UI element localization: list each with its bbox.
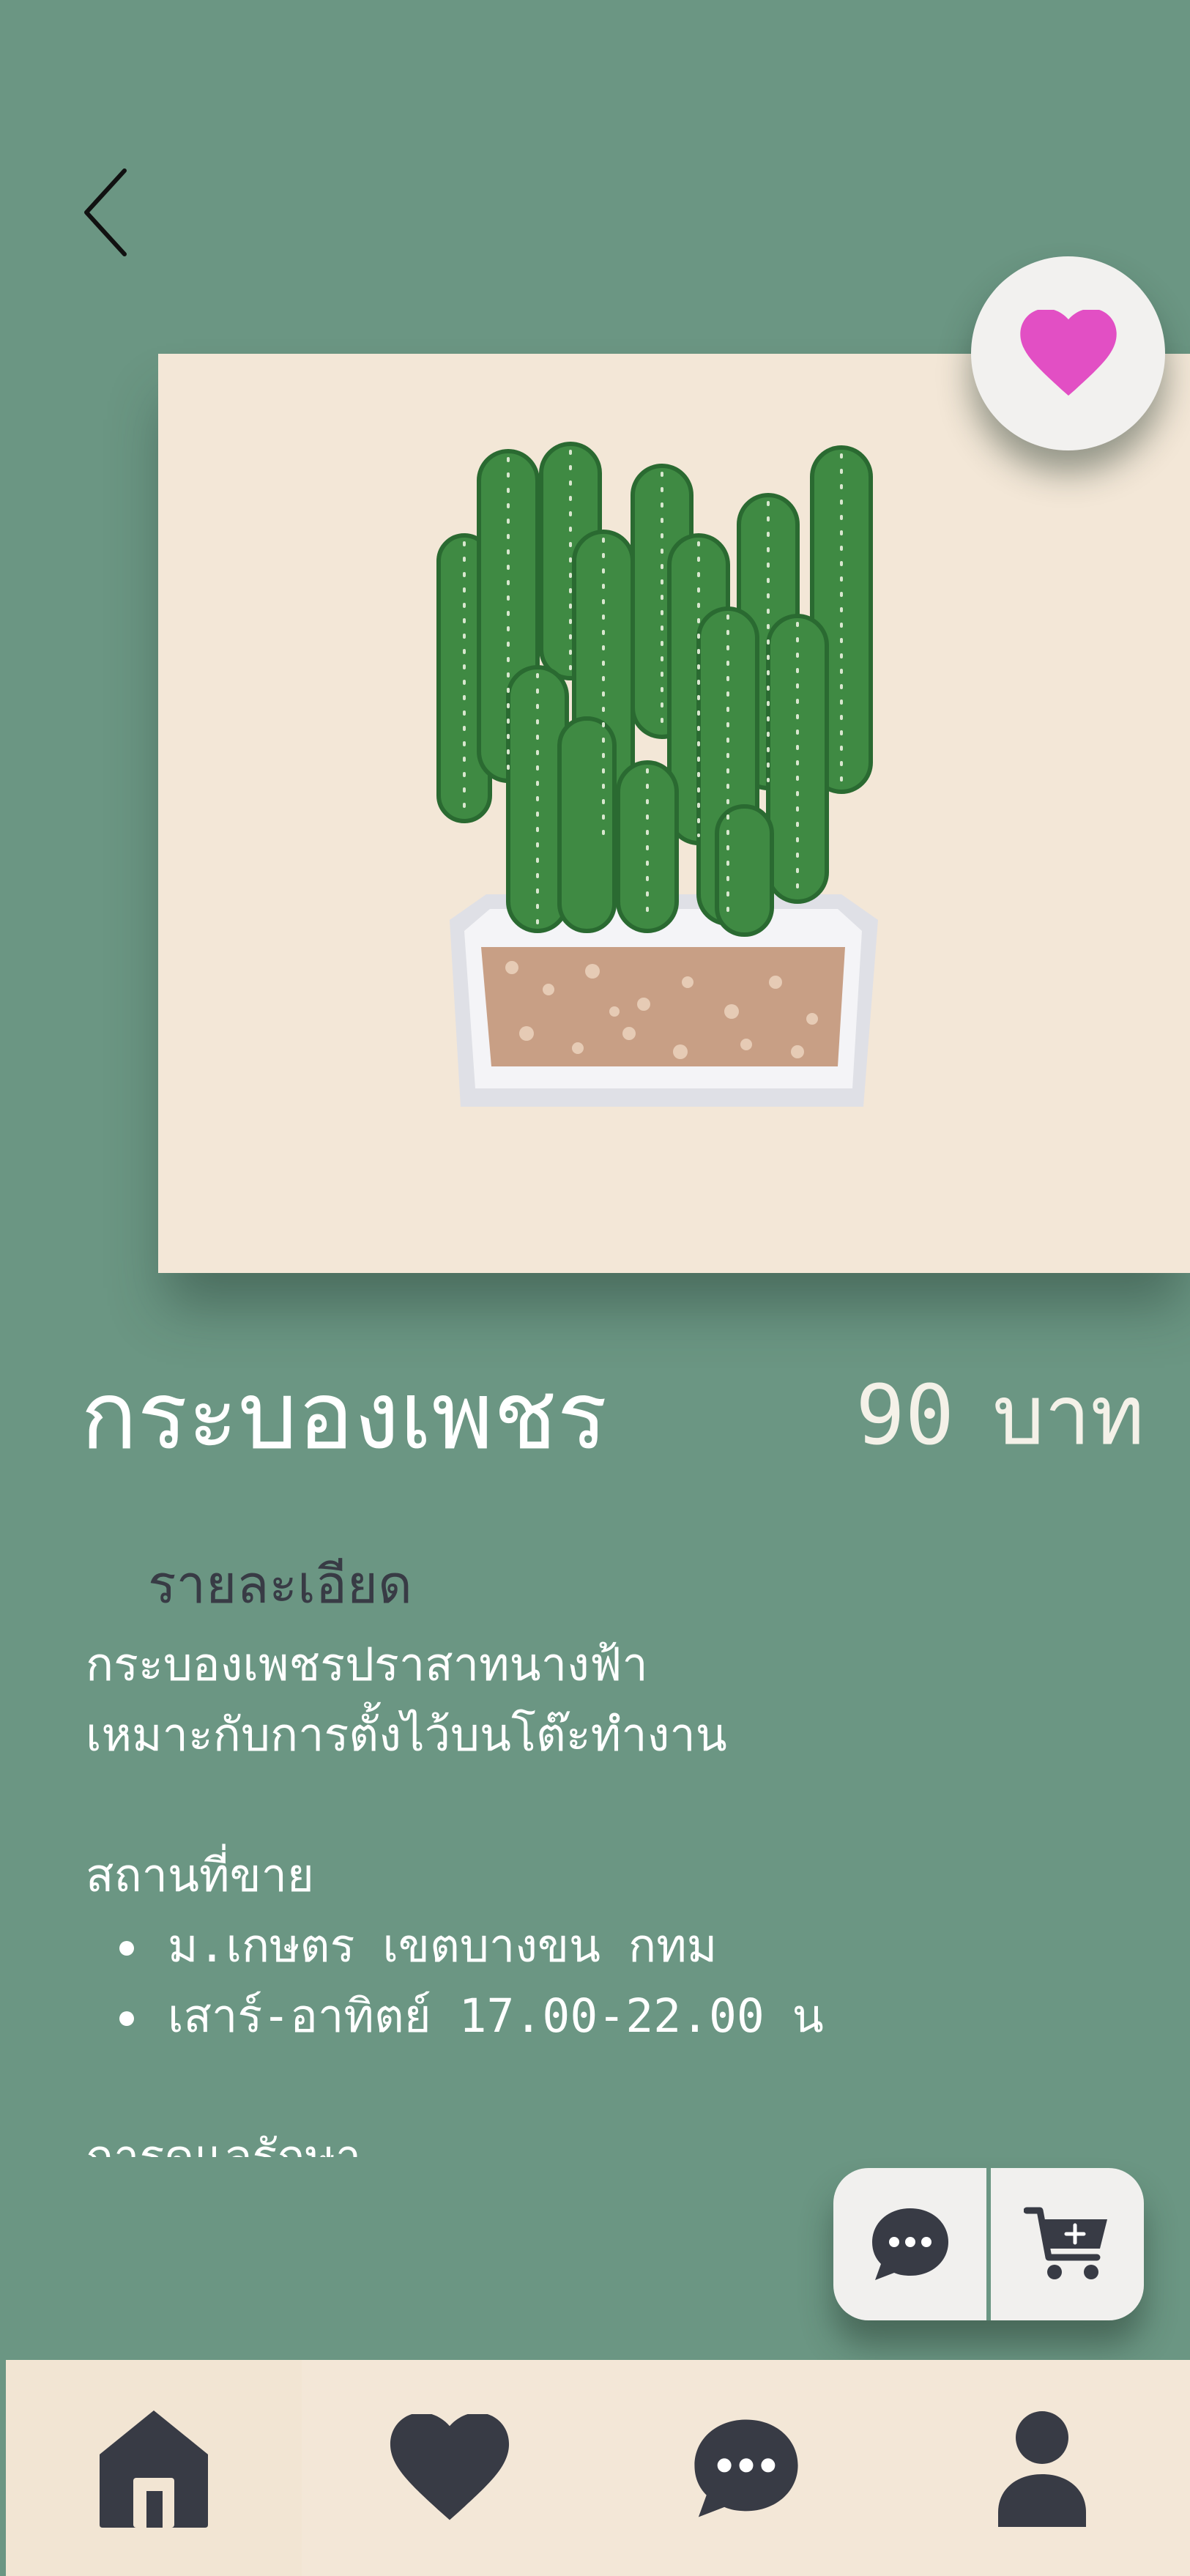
cart-plus-icon: [1023, 2207, 1107, 2279]
description-line: กระบองเพชรปราสาทนางฟ้า: [86, 1638, 648, 1691]
chat-bubble-icon: [871, 2208, 948, 2280]
add-to-cart-button[interactable]: [991, 2168, 1144, 2320]
price-unit: บาท: [992, 1368, 1145, 1463]
sale-place-item: ม.เกษตร เขตบางขน กทม: [86, 1911, 1096, 1981]
care-heading: การดูแลรักษา: [86, 2130, 362, 2157]
description-line: เหมาะกับการตั้งไว้บนโต๊ะทำงาน: [86, 1708, 727, 1762]
product-description: กระบองเพชรปราสาทนางฟ้า เหมาะกับการตั้งไว…: [86, 1630, 1096, 2157]
details-label: รายละเอียด: [148, 1554, 412, 1615]
sale-place-list: ม.เกษตร เขตบางขน กทม เสาร์-อาทิตย์ 17.00…: [86, 1911, 1096, 2052]
chevron-left-icon: [84, 168, 127, 256]
chat-bubble-icon: [694, 2419, 798, 2517]
product-price: 90 บาท: [855, 1368, 1145, 1463]
user-icon: [997, 2410, 1086, 2527]
nav-favorites[interactable]: [302, 2360, 598, 2576]
product-title: กระบองเพชร: [81, 1362, 608, 1471]
price-value: 90: [855, 1368, 955, 1463]
sale-place-item: เสาร์-อาทิตย์ 17.00-22.00 น: [86, 1981, 1096, 2052]
back-button[interactable]: [73, 165, 139, 260]
home-icon: [100, 2410, 209, 2528]
chat-button[interactable]: [833, 2168, 986, 2320]
heart-icon: [1019, 309, 1117, 396]
nav-chat[interactable]: [598, 2360, 894, 2576]
favorite-button[interactable]: [971, 256, 1165, 450]
nav-profile[interactable]: [894, 2360, 1190, 2576]
cactus-plant-image: [436, 442, 878, 1107]
heart-icon: [390, 2413, 510, 2520]
sale-place-heading: สถานที่ขาย: [86, 1849, 314, 1902]
bottom-navigation: [6, 2360, 1190, 2576]
product-photo-card: [158, 354, 1190, 1273]
action-buttons: [833, 2168, 1144, 2320]
nav-home[interactable]: [6, 2360, 302, 2576]
